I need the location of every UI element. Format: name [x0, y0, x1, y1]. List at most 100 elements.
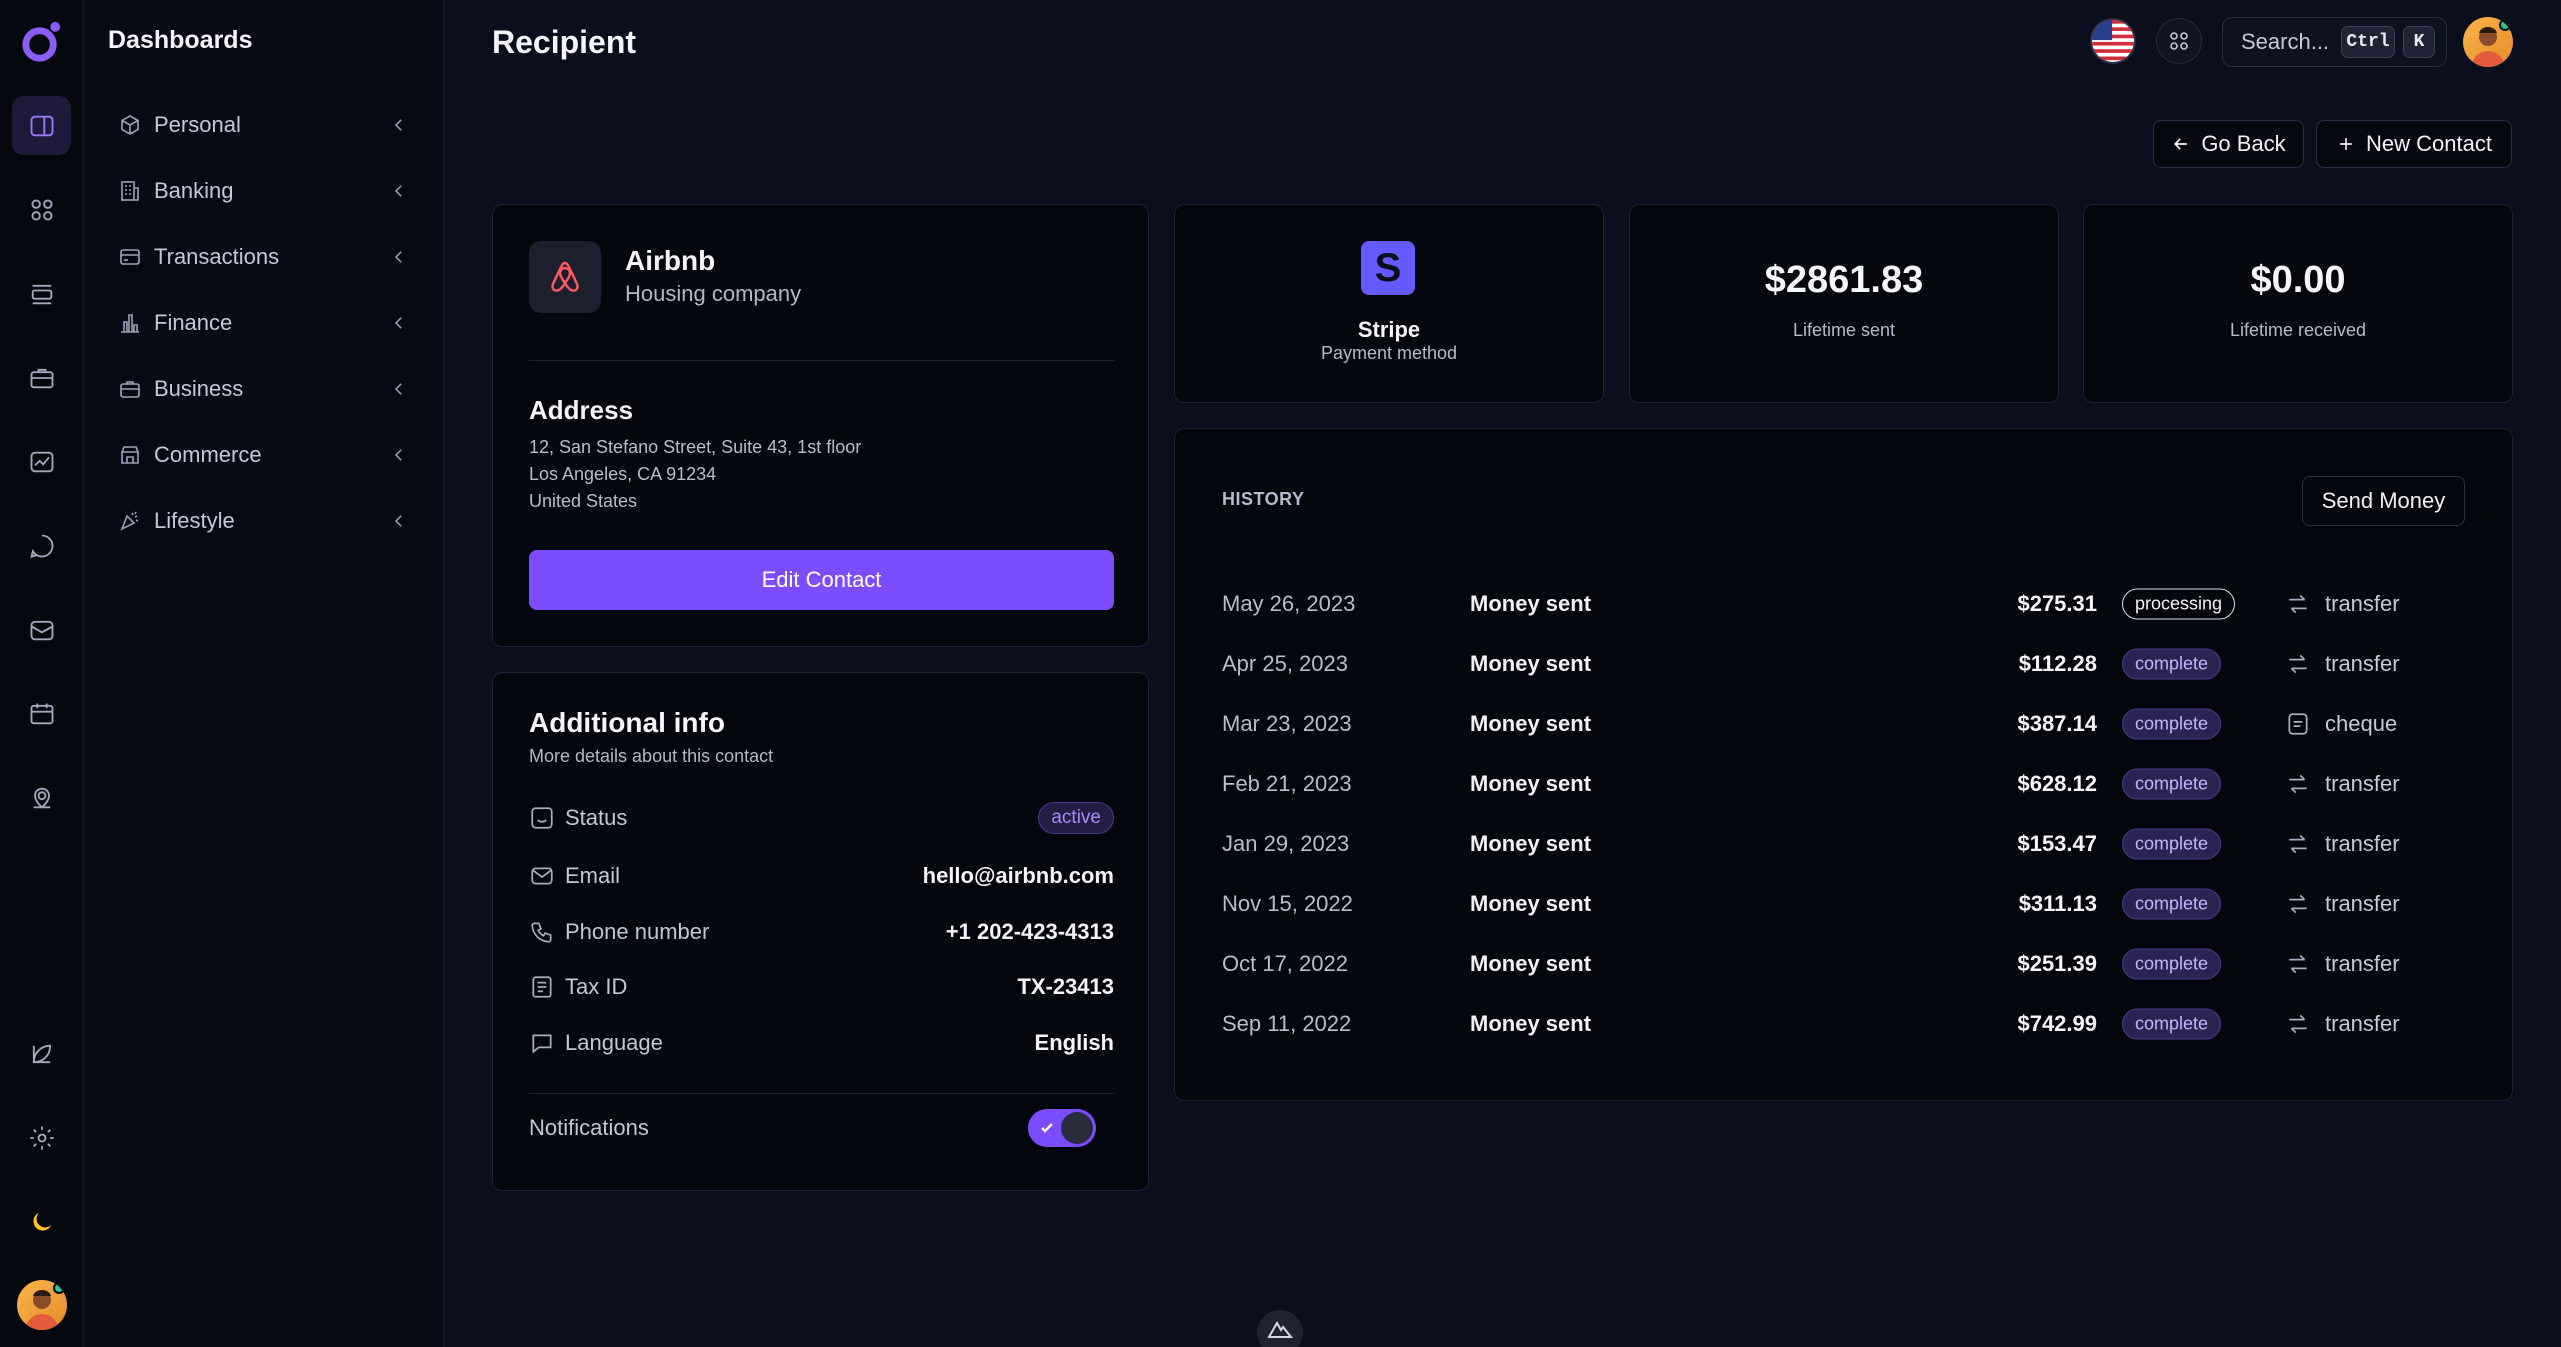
briefcase-icon[interactable]: [12, 348, 71, 407]
history-description: Money sent: [1470, 1011, 1592, 1036]
list-icon[interactable]: [12, 264, 71, 323]
transfer-icon: [2285, 651, 2311, 677]
chat-bubble-icon: [532, 1034, 552, 1054]
info-row-status: Status active: [529, 800, 1114, 836]
sidebar-item-banking[interactable]: Banking: [118, 167, 408, 215]
sidebar-title: Dashboards: [108, 26, 253, 54]
send-money-button[interactable]: Send Money: [2302, 476, 2465, 526]
grid-icon[interactable]: [12, 180, 71, 239]
chevron-left-icon: [394, 515, 402, 527]
payment-method-label: transfer: [2325, 951, 2400, 976]
moon-icon[interactable]: [12, 1192, 71, 1251]
divider: [529, 360, 1114, 361]
payment-method: transfer: [2285, 1011, 2400, 1037]
search-input[interactable]: Search... Ctrl K: [2222, 17, 2447, 67]
map-pin-icon[interactable]: [12, 768, 71, 827]
history-date: Sep 11, 2022: [1222, 1011, 1352, 1036]
address-line: Los Angeles, CA 91234: [529, 464, 717, 484]
user-avatar[interactable]: [2463, 17, 2513, 67]
inbox-icon[interactable]: [12, 600, 71, 659]
info-label: Language: [565, 1030, 663, 1055]
party-icon: [120, 511, 139, 531]
new-contact-button[interactable]: New Contact: [2316, 120, 2512, 168]
page-title: Recipient: [492, 24, 637, 60]
company-type: Housing company: [625, 281, 802, 306]
apps-grid-button[interactable]: [2156, 18, 2202, 64]
table-row[interactable]: Nov 15, 2022 Money sent $311.13 complete tra…: [1222, 884, 2454, 924]
payment-method-label: transfer: [2325, 591, 2400, 616]
info-label: Status: [565, 805, 628, 830]
lifetime-received-value: $0.00: [2250, 259, 2346, 301]
transfer-icon: [2285, 591, 2311, 617]
building-icon: [121, 181, 139, 201]
table-row[interactable]: Feb 21, 2023 Money sent $628.12 complete tra…: [1222, 764, 2454, 804]
sidebar-item-business[interactable]: Business: [118, 365, 408, 413]
sidebar-item-commerce[interactable]: Commerce: [118, 431, 408, 479]
toggle-knob: [1061, 1112, 1093, 1144]
info-value[interactable]: +1 202-423-4313: [946, 919, 1114, 945]
chevron-left-icon: [394, 317, 402, 329]
grid-icon: [2170, 32, 2188, 50]
history-amount: $275.31: [2017, 591, 2097, 616]
additional-info-card: Additional info More details about this …: [492, 672, 1149, 1191]
payment-method-label: transfer: [2325, 651, 2400, 676]
us-flag-icon[interactable]: [2090, 18, 2136, 64]
mail-icon: [531, 867, 553, 885]
lifetime-received-label: Lifetime received: [2229, 320, 2367, 340]
notifications-toggle[interactable]: [1028, 1109, 1096, 1147]
history-title: HISTORY: [1222, 489, 1305, 509]
history-date: Nov 15, 2022: [1222, 891, 1353, 916]
table-row[interactable]: Apr 25, 2023 Money sent $112.28 complete tra…: [1222, 644, 2454, 684]
stripe-logo-icon: S: [1361, 241, 1415, 295]
table-row[interactable]: Sep 11, 2022 Money sent $742.99 complete tra…: [1222, 1004, 2454, 1044]
transfer-icon: [2285, 891, 2311, 917]
go-back-label: Go Back: [2201, 131, 2286, 156]
history-date: Mar 23, 2023: [1222, 711, 1352, 736]
history-description: Money sent: [1470, 591, 1592, 616]
payment-method: transfer: [2285, 591, 2400, 617]
sidebar-item-label: Lifestyle: [154, 508, 235, 533]
sidebar-item-personal[interactable]: Personal: [118, 101, 408, 149]
info-label: Email: [565, 863, 621, 888]
calendar-icon[interactable]: [12, 684, 71, 743]
go-back-button[interactable]: Go Back: [2153, 120, 2304, 168]
chart-icon[interactable]: [12, 432, 71, 491]
icon-rail: [0, 0, 83, 1347]
table-row[interactable]: Oct 17, 2022 Money sent $251.39 complete tra…: [1222, 944, 2454, 984]
airbnb-logo-icon: [529, 241, 601, 313]
chevron-left-icon: [394, 119, 402, 131]
sidebar-item-lifestyle[interactable]: Lifestyle: [118, 497, 408, 545]
sidebar-item-finance[interactable]: Finance: [118, 299, 408, 347]
table-row[interactable]: May 26, 2023 Money sent $275.31 processing t…: [1222, 584, 2454, 624]
edit-contact-button[interactable]: Edit Contact: [529, 550, 1114, 610]
kbd-ctrl: Ctrl: [2341, 26, 2395, 58]
chat-icon[interactable]: [12, 516, 71, 575]
smile-icon: [531, 807, 553, 829]
table-row[interactable]: Mar 23, 2023 Money sent $387.14 complete che…: [1222, 704, 2454, 744]
history-description: Money sent: [1470, 771, 1592, 796]
contact-card: Airbnb Housing company Address 12, San S…: [492, 204, 1149, 647]
lifetime-sent-label: Lifetime sent: [1792, 320, 1896, 340]
app-logo-icon[interactable]: [18, 18, 65, 65]
sidebar-layout-icon[interactable]: [12, 96, 71, 155]
sidebar-item-label: Transactions: [154, 244, 280, 269]
gear-icon[interactable]: [12, 1108, 71, 1167]
leaf-icon[interactable]: [12, 1024, 71, 1083]
search-placeholder: Search...: [2241, 29, 2330, 54]
plus-icon: [2340, 138, 2352, 150]
sidebar-item-transactions[interactable]: Transactions: [118, 233, 408, 281]
info-row-tax-id: Tax ID TX-23413: [529, 969, 1114, 1005]
nuxt-devtools-icon[interactable]: [1257, 1310, 1303, 1347]
company-name: Airbnb: [625, 245, 716, 276]
lifetime-sent-card: $2861.83 Lifetime sent: [1629, 204, 2059, 403]
avatar[interactable]: [17, 1280, 67, 1330]
status-badge: complete: [2122, 888, 2222, 920]
history-amount: $311.13: [2018, 891, 2097, 916]
status-badge: complete: [2122, 708, 2222, 740]
table-row[interactable]: Jan 29, 2023 Money sent $153.47 complete tra…: [1222, 824, 2454, 864]
divider: [529, 1093, 1114, 1094]
info-value[interactable]: hello@airbnb.com: [923, 863, 1114, 889]
status-badge: complete: [2122, 768, 2222, 800]
info-value: English: [1034, 1030, 1114, 1055]
transfer-icon: [2285, 951, 2311, 977]
